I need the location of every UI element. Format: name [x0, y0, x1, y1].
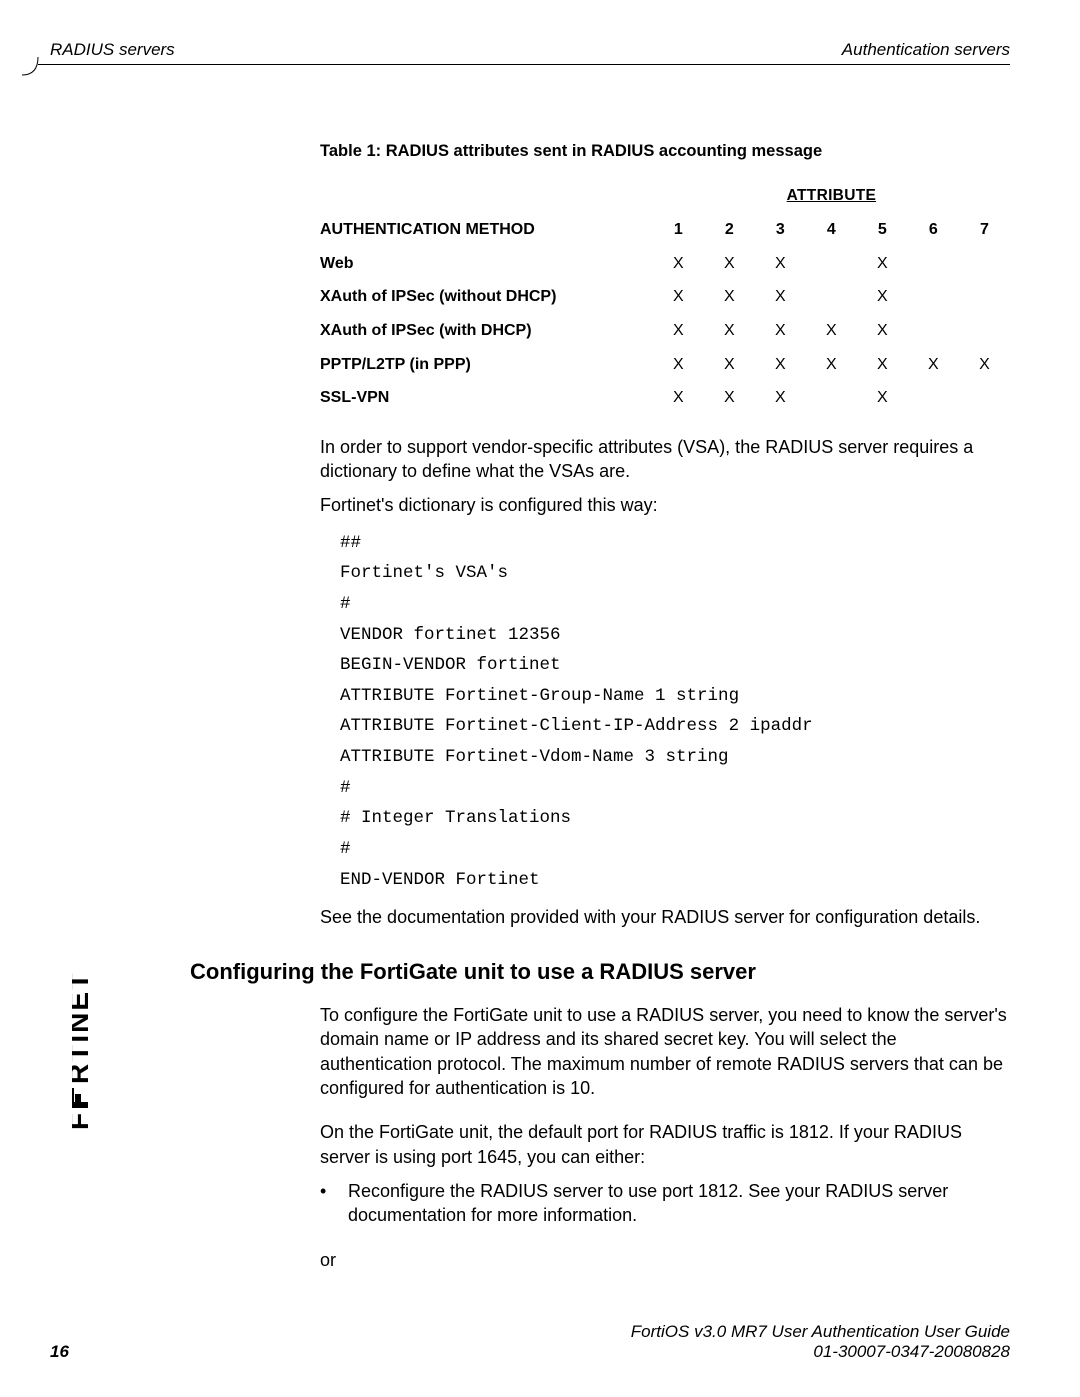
mark-cell: X [653, 381, 704, 415]
mark-cell [908, 314, 959, 348]
mark-cell: X [704, 280, 755, 314]
section-heading-configure-radius: Configuring the FortiGate unit to use a … [190, 957, 1010, 987]
method-cell: XAuth of IPSec (without DHCP) [320, 280, 653, 314]
col-6: 6 [908, 213, 959, 247]
header-left: RADIUS servers [50, 40, 175, 60]
table-row: Web X X X X [320, 247, 1010, 281]
method-cell: PPTP/L2TP (in PPP) [320, 348, 653, 382]
bullet-dot-icon: • [320, 1179, 348, 1228]
svg-text:RTINET: RTINET [72, 971, 94, 1084]
method-header: AUTHENTICATION METHOD [320, 213, 653, 247]
mark-cell: X [857, 348, 908, 382]
table-row: PPTP/L2TP (in PPP) X X X X X X X [320, 348, 1010, 382]
paragraph-configure-1: To configure the FortiGate unit to use a… [320, 1003, 1010, 1100]
radius-attributes-table: ATTRIBUTE AUTHENTICATION METHOD 1 2 3 4 … [320, 180, 1010, 414]
col-5: 5 [857, 213, 908, 247]
mark-cell: X [806, 348, 857, 382]
mark-cell: X [857, 247, 908, 281]
mark-cell [908, 247, 959, 281]
header-right: Authentication servers [842, 40, 1010, 60]
vsa-dictionary-code: ## Fortinet's VSA's # VENDOR fortinet 12… [340, 528, 1010, 896]
col-7: 7 [959, 213, 1010, 247]
mark-cell [806, 247, 857, 281]
svg-text:F: F [72, 1112, 94, 1130]
table-row: SSL-VPN X X X X [320, 381, 1010, 415]
table-caption: Table 1: RADIUS attributes sent in RADIU… [320, 140, 1010, 162]
or-connector: or [320, 1248, 1010, 1272]
mark-cell [959, 247, 1010, 281]
mark-cell [908, 280, 959, 314]
mark-cell [959, 314, 1010, 348]
attribute-column-label: ATTRIBUTE [653, 180, 1010, 213]
method-cell: SSL-VPN [320, 381, 653, 415]
method-cell: XAuth of IPSec (with DHCP) [320, 314, 653, 348]
fortinet-logo: F RTINET [72, 930, 104, 1140]
mark-cell: X [806, 314, 857, 348]
col-4: 4 [806, 213, 857, 247]
header-curve-decoration [22, 57, 42, 87]
paragraph-see-docs: See the documentation provided with your… [320, 905, 1010, 929]
mark-cell: X [704, 314, 755, 348]
col-3: 3 [755, 213, 806, 247]
mark-cell [806, 381, 857, 415]
mark-cell: X [857, 314, 908, 348]
mark-cell: X [704, 381, 755, 415]
page-header: RADIUS servers Authentication servers [38, 40, 1010, 65]
page-footer: 16 FortiOS v3.0 MR7 User Authentication … [50, 1322, 1010, 1362]
footer-guide-title: FortiOS v3.0 MR7 User Authentication Use… [631, 1322, 1010, 1342]
mark-cell: X [653, 348, 704, 382]
mark-cell: X [704, 348, 755, 382]
mark-cell [908, 381, 959, 415]
footer-doc-number: 01-30007-0347-20080828 [631, 1342, 1010, 1362]
mark-cell: X [704, 247, 755, 281]
mark-cell: X [959, 348, 1010, 382]
mark-cell: X [653, 247, 704, 281]
paragraph-configure-2: On the FortiGate unit, the default port … [320, 1120, 1010, 1169]
table-header-row: AUTHENTICATION METHOD 1 2 3 4 5 6 7 [320, 213, 1010, 247]
bullet-list: • Reconfigure the RADIUS server to use p… [320, 1179, 1010, 1228]
mark-cell: X [653, 314, 704, 348]
page-number: 16 [50, 1342, 69, 1362]
method-cell: Web [320, 247, 653, 281]
list-item: • Reconfigure the RADIUS server to use p… [320, 1179, 1010, 1228]
mark-cell: X [755, 348, 806, 382]
mark-cell [806, 280, 857, 314]
mark-cell: X [653, 280, 704, 314]
mark-cell: X [908, 348, 959, 382]
col-2: 2 [704, 213, 755, 247]
mark-cell: X [755, 247, 806, 281]
mark-cell: X [755, 280, 806, 314]
mark-cell: X [857, 381, 908, 415]
mark-cell [959, 381, 1010, 415]
bullet-text: Reconfigure the RADIUS server to use por… [348, 1179, 1010, 1228]
table-row: XAuth of IPSec (without DHCP) X X X X [320, 280, 1010, 314]
mark-cell [959, 280, 1010, 314]
paragraph-vsa-intro: In order to support vendor-specific attr… [320, 435, 1010, 484]
mark-cell: X [755, 314, 806, 348]
mark-cell: X [755, 381, 806, 415]
mark-cell: X [857, 280, 908, 314]
col-1: 1 [653, 213, 704, 247]
table-row: XAuth of IPSec (with DHCP) X X X X X [320, 314, 1010, 348]
paragraph-dictionary-intro: Fortinet's dictionary is configured this… [320, 493, 1010, 517]
